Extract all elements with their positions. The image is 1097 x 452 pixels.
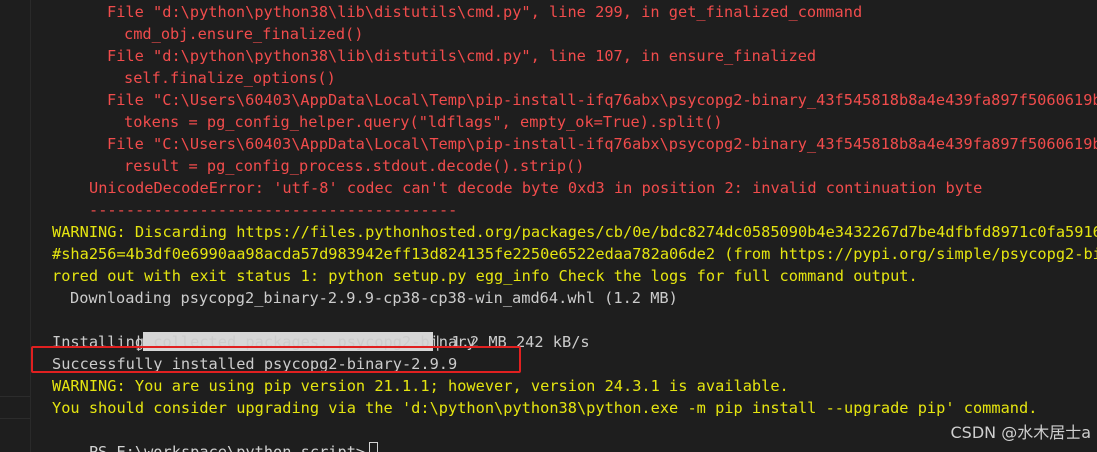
traceback-code-line: self.finalize_options()	[124, 69, 336, 87]
upgrade-suggestion: You should consider upgrading via the 'd…	[52, 399, 1038, 417]
gutter-divider	[0, 418, 30, 419]
warning-line: #sha256=4b3df0e6990aa98acda57d983942eff1…	[52, 245, 1097, 263]
download-status: Downloading psycopg2_binary-2.9.9-cp38-c…	[70, 289, 678, 307]
download-progress-row: | | 1.2 MB 242 kB/s	[97, 309, 590, 351]
traceback-code-line: tokens = pg_config_helper.query("ldflags…	[124, 113, 723, 131]
traceback-file-line: File "d:\python\python38\lib\distutils\c…	[107, 3, 863, 21]
warning-line: WARNING: Discarding https://files.python…	[52, 223, 1097, 241]
terminal-cursor	[369, 442, 379, 452]
watermark: CSDN @水木居士a	[950, 423, 1091, 442]
separator-line: ----------------------------------------	[89, 201, 458, 219]
editor-gutter	[0, 0, 31, 452]
terminal-panel[interactable]: File "d:\python\python38\lib\distutils\c…	[0, 0, 1097, 452]
pip-version-warning: WARNING: You are using pip version 21.1.…	[52, 377, 789, 395]
shell-prompt[interactable]: PS E:\workspace\python_script>	[52, 419, 379, 452]
traceback-file-line: File "C:\Users\60403\AppData\Local\Temp\…	[107, 91, 1097, 109]
traceback-code-line: cmd_obj.ensure_finalized()	[124, 25, 364, 43]
traceback-file-line: File "C:\Users\60403\AppData\Local\Temp\…	[107, 135, 1097, 153]
prompt-text: PS E:\workspace\python_script>	[88, 443, 366, 452]
warning-line: rored out with exit status 1: python set…	[52, 267, 918, 285]
error-message: UnicodeDecodeError: 'utf-8' codec can't …	[89, 179, 983, 197]
highlight-annotation-box	[31, 346, 521, 373]
gutter-divider	[0, 396, 30, 397]
traceback-code-line: result = pg_config_process.stdout.decode…	[124, 157, 585, 175]
traceback-file-line: File "d:\python\python38\lib\distutils\c…	[107, 47, 817, 65]
